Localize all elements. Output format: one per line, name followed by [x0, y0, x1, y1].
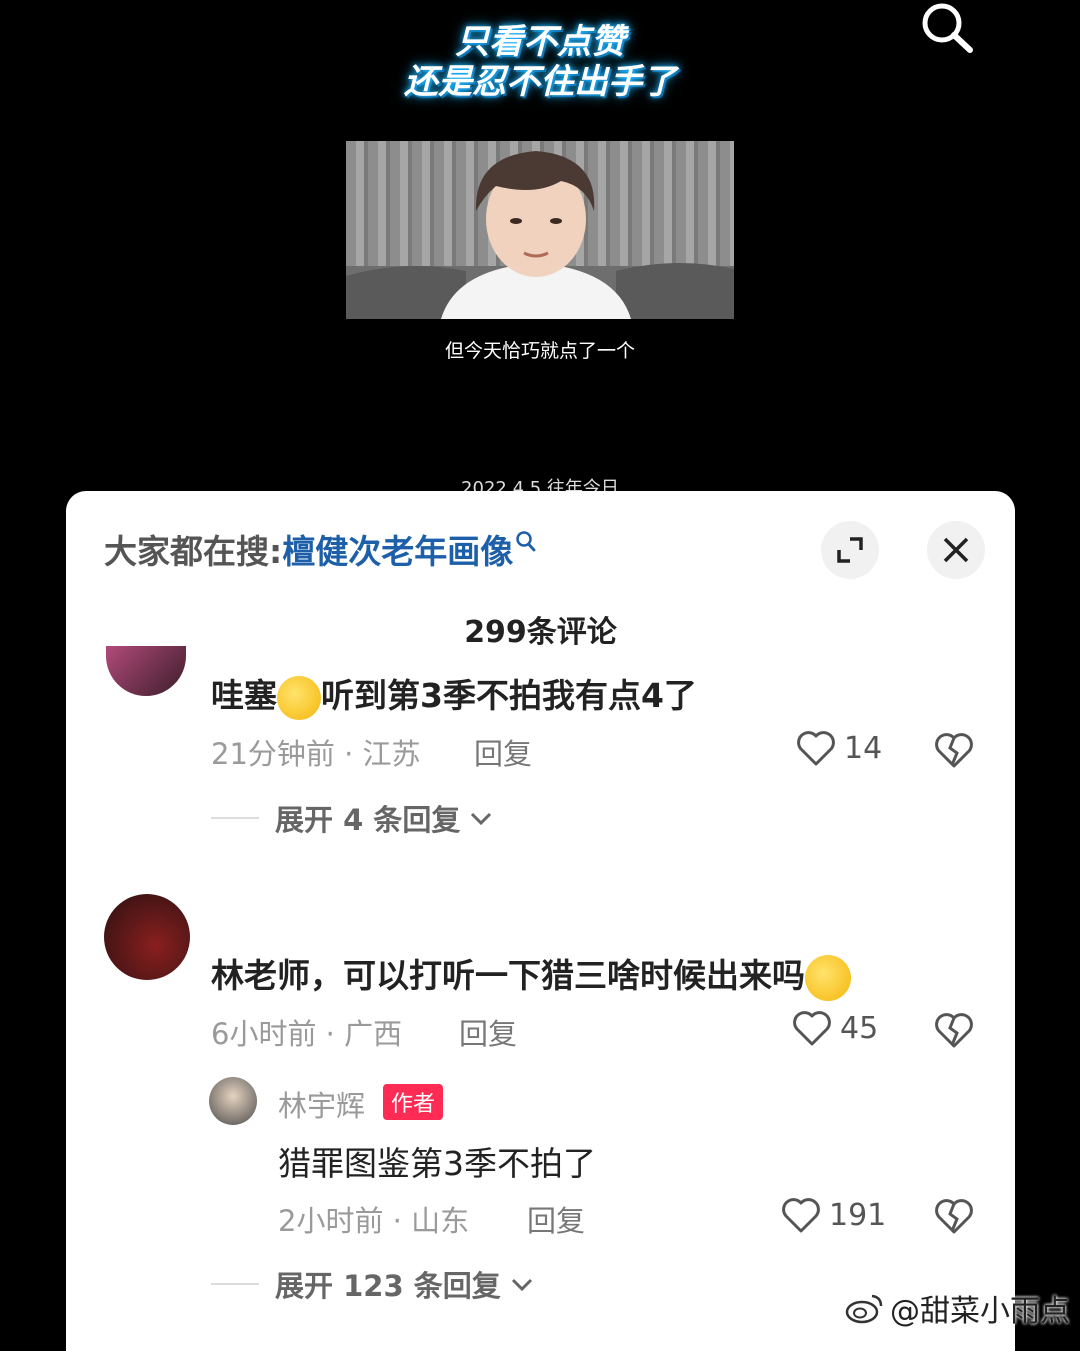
search-hint-prefix: 大家都在搜:	[104, 532, 283, 571]
dislike-button[interactable]	[934, 1011, 974, 1053]
weibo-watermark: @甜菜小雨点	[844, 1286, 1070, 1330]
heart-icon	[793, 1011, 831, 1046]
weibo-logo-icon	[845, 1294, 883, 1324]
heart-icon	[782, 1198, 820, 1233]
chevron-down-icon	[471, 812, 492, 826]
reply-text: 猎罪图鉴第3季不拍了	[278, 1144, 596, 1183]
comment-meta: 6小时前 · 广西	[211, 1017, 403, 1051]
reply-button[interactable]: 回复	[527, 1198, 585, 1240]
fullscreen-expand-button[interactable]	[821, 521, 879, 579]
broken-heart-icon	[935, 1013, 973, 1048]
comment-text: 林老师，可以打听一下猎三啥时候出来吗	[211, 949, 851, 1001]
author-avatar[interactable]	[209, 1077, 257, 1125]
search-hint-keyword[interactable]: 檀健次老年画像	[282, 532, 513, 571]
chevron-down-icon	[511, 1278, 532, 1292]
crying-emoji-icon	[277, 675, 321, 720]
close-button[interactable]	[927, 521, 985, 579]
expand-replies-button[interactable]: 展开 4 条回复	[211, 797, 494, 839]
search-icon[interactable]	[916, 0, 980, 64]
video-subtitle: 但今天恰巧就点了一个	[444, 340, 635, 362]
broken-heart-icon	[935, 733, 973, 768]
like-button[interactable]: 191	[781, 1196, 886, 1234]
comment-text: 哇塞 听到第3季不拍我有点4了	[211, 669, 697, 720]
comment-meta: 21分钟前 · 江苏	[211, 737, 421, 771]
like-button[interactable]: 14	[796, 729, 882, 767]
video-frame	[346, 141, 734, 319]
avatar[interactable]	[104, 894, 190, 980]
author-name[interactable]: 林宇辉	[278, 1083, 365, 1125]
search-suggestion[interactable]: 大家都在搜:檀健次老年画像	[104, 525, 537, 573]
expand-icon	[837, 537, 863, 563]
close-icon	[943, 537, 969, 563]
dislike-button[interactable]	[934, 731, 974, 773]
grimacing-sweat-emoji-icon	[805, 954, 851, 1001]
author-badge: 作者	[383, 1084, 444, 1120]
dislike-button[interactable]	[934, 1197, 974, 1239]
heart-icon	[797, 731, 835, 766]
search-hint-magnifier-icon	[515, 525, 537, 564]
reply-meta: 2小时前 · 山东	[278, 1204, 470, 1238]
comment-count-title: 299条评论	[464, 615, 617, 650]
reply-button[interactable]: 回复	[459, 1011, 517, 1053]
broken-heart-icon	[935, 1199, 973, 1234]
like-button[interactable]: 45	[792, 1009, 878, 1047]
reply-button[interactable]: 回复	[474, 731, 532, 773]
comment-sheet: 大家都在搜:檀健次老年画像 299条评论 哇塞 听到第3季不拍我有点4了 21分钟…	[66, 491, 1015, 1351]
video-player[interactable]: 只看不点赞 还是忍不住出手了 但今天恰巧就点了一个 2022.4.5 往年今日	[0, 0, 1080, 500]
avatar[interactable]	[106, 646, 186, 696]
expand-replies-button[interactable]: 展开 123 条回复	[211, 1263, 535, 1305]
